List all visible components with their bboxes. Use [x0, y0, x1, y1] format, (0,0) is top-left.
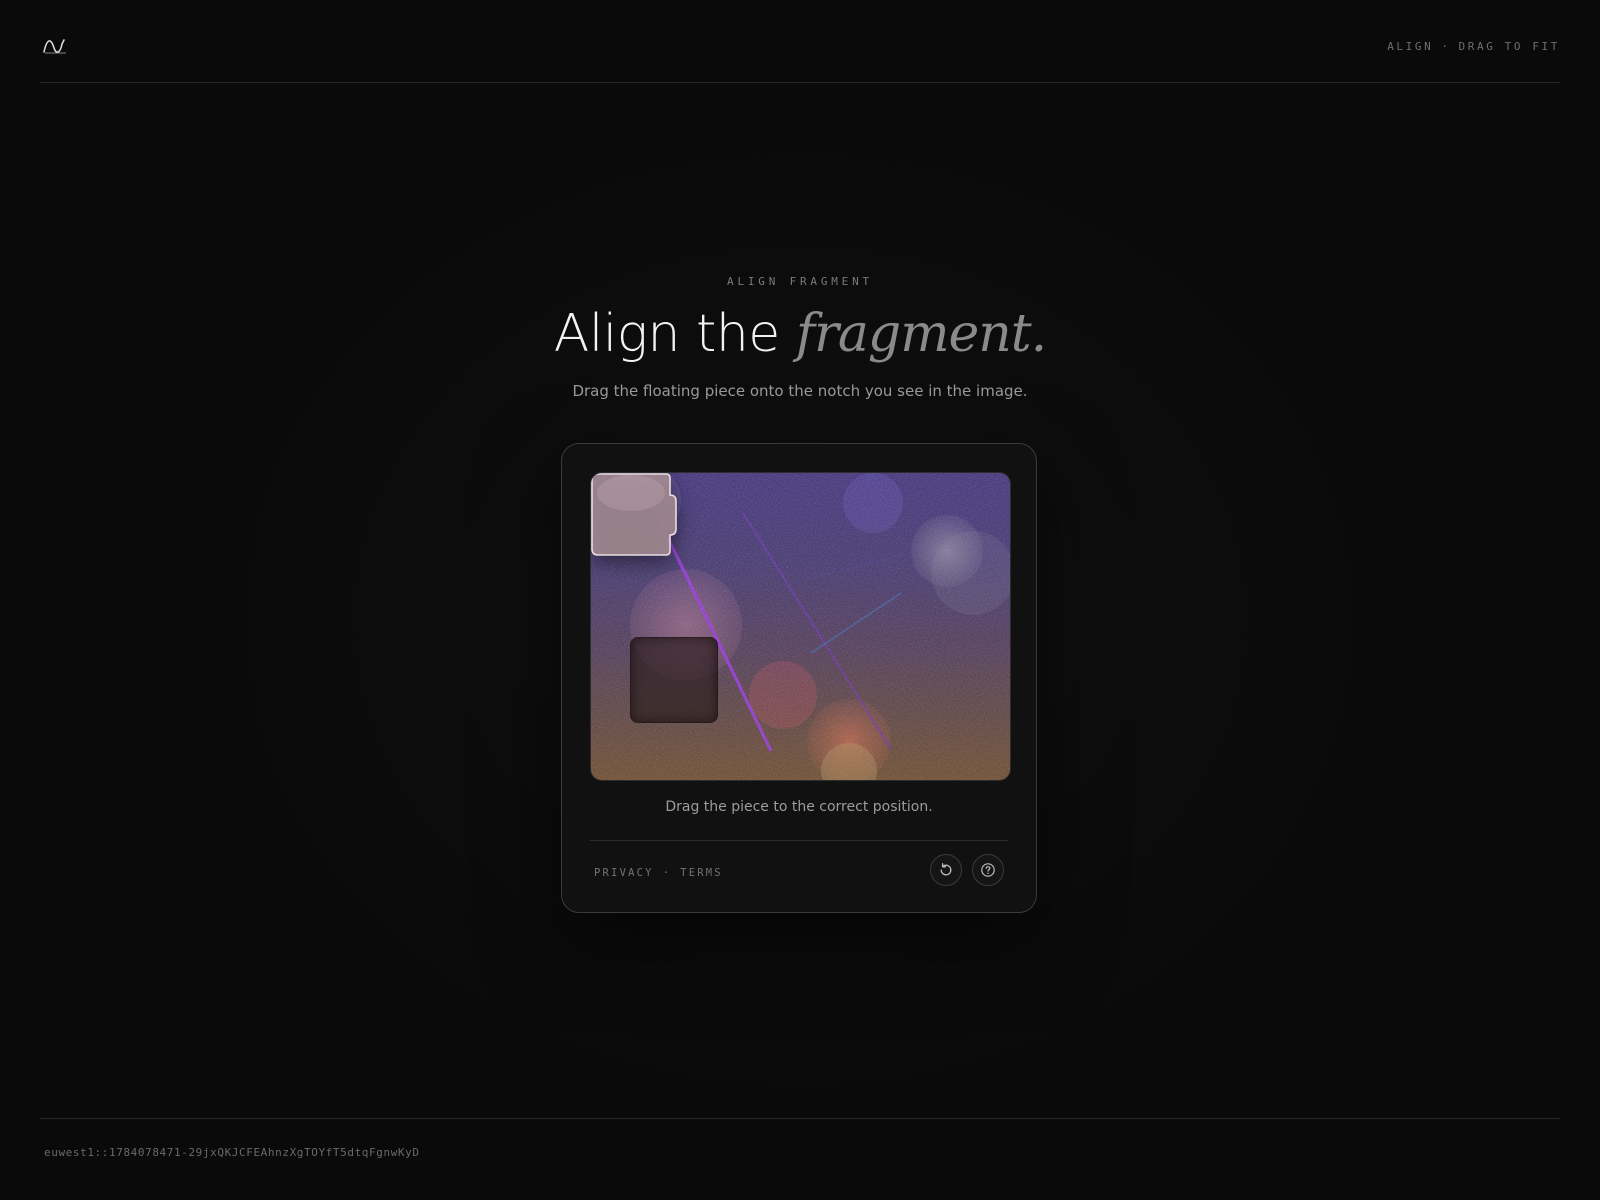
- session-id: euwest1::1784078471-29jxQKJCFEAhnzXgTOYf…: [44, 1146, 420, 1159]
- terms-link[interactable]: TERMS: [680, 867, 723, 879]
- help-button[interactable]: [972, 854, 1004, 886]
- page-title-plain: Align the: [553, 304, 781, 364]
- top-tag: ALIGN · DRAG TO FIT: [1387, 40, 1560, 53]
- puzzle-image: [590, 472, 1011, 781]
- puzzle-target-notch: [630, 637, 718, 723]
- captcha-instruction: Drag the piece to the correct position.: [665, 799, 933, 815]
- eyebrow-label: ALIGN FRAGMENT: [727, 275, 873, 288]
- footer-divider: [40, 1118, 1560, 1119]
- top-tag-action: DRAG TO FIT: [1458, 40, 1560, 53]
- legal-links: PRIVACY · TERMS: [594, 867, 723, 879]
- refresh-icon: [940, 863, 952, 876]
- puzzle-piece[interactable]: [591, 473, 677, 557]
- page-title: Align the fragment.: [0, 300, 1600, 368]
- wave-logo-icon[interactable]: [42, 34, 68, 56]
- captcha-card: Drag the piece to the correct position. …: [561, 443, 1037, 913]
- page: ALIGN · DRAG TO FIT ALIGN FRAGMENT Align t…: [0, 0, 1600, 1200]
- help-icon: [981, 863, 995, 877]
- card-divider: [590, 840, 1008, 841]
- privacy-link[interactable]: PRIVACY: [594, 867, 654, 879]
- legal-separator: ·: [662, 867, 672, 879]
- page-title-emphasis: fragment.: [795, 304, 1047, 364]
- refresh-button[interactable]: [930, 854, 962, 886]
- top-bar: ALIGN · DRAG TO FIT: [40, 0, 1560, 83]
- top-tag-mode: ALIGN: [1387, 40, 1434, 53]
- top-tag-separator: ·: [1441, 40, 1451, 53]
- page-subtitle: Drag the floating piece onto the notch y…: [572, 382, 1028, 400]
